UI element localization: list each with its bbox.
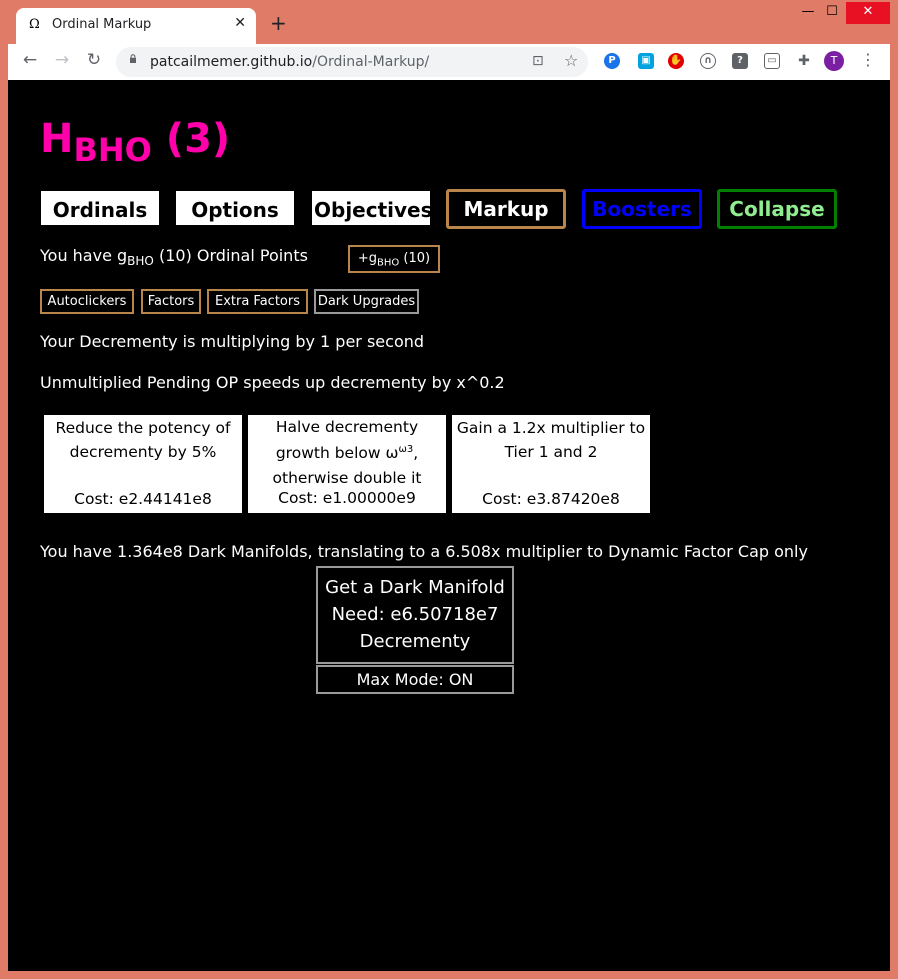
browser-tabstrip: Ω Ordinal Markup ✕ + — ☐ ✕ [0, 0, 898, 44]
upgrade-description: Halve decrementy growth below ωω3, other… [272, 418, 422, 486]
extension-screen-icon[interactable]: ▣ [638, 53, 654, 69]
manifold-button-line: Need: e6.50718e7 [331, 604, 499, 625]
omega-favicon-icon: Ω [29, 17, 40, 32]
profile-avatar[interactable]: T [824, 51, 844, 71]
tab-markup[interactable]: Markup [446, 189, 566, 229]
markup-button[interactable]: +gBHO (10) [348, 245, 440, 273]
decrementy-rate-text: Your Decrementy is multiplying by 1 per … [40, 332, 425, 351]
url-text: patcailmemer.github.io/Ordinal-Markup/ [150, 54, 430, 70]
extension-headphones-icon[interactable]: ∩ [700, 53, 716, 69]
extension-cast-icon[interactable]: ▭ [764, 53, 780, 69]
manifold-button-line: Decrementy [359, 631, 471, 652]
subtab-dark-upgrades[interactable]: Dark Upgrades [314, 289, 419, 314]
upgrade-cost: Cost: e3.87420e8 [482, 490, 620, 508]
upgrade-cost: Cost: e2.44141e8 [74, 490, 212, 508]
tab-collapse[interactable]: Collapse [717, 189, 837, 229]
game-page: HBHO (3) Ordinals Options Objectives Mar… [8, 80, 890, 971]
upgrade-cost: Cost: e1.00000e9 [278, 489, 416, 507]
dark-upgrade-1[interactable]: Reduce the potency of decrementy by 5% C… [44, 415, 242, 513]
back-arrow-icon[interactable]: ← [20, 50, 40, 70]
reload-icon[interactable]: ↻ [84, 50, 104, 70]
upgrade-description: Reduce the potency of decrementy by 5% [55, 419, 231, 461]
extensions-puzzle-icon[interactable]: ✚ [796, 53, 812, 69]
address-bar[interactable]: patcailmemer.github.io/Ordinal-Markup/ ⊡… [116, 47, 588, 77]
upgrade-description: Gain a 1.2x multiplier to Tier 1 and 2 [456, 419, 646, 461]
tab-close-icon[interactable]: ✕ [234, 15, 246, 31]
tab-ordinals[interactable]: Ordinals [41, 191, 159, 225]
dark-manifolds-text: You have 1.364e8 Dark Manifolds, transla… [40, 542, 808, 561]
max-mode-toggle[interactable]: Max Mode: ON [316, 665, 514, 694]
new-tab-icon[interactable]: + [270, 13, 287, 33]
pending-op-text: Unmultiplied Pending OP speeds up decrem… [40, 373, 505, 392]
ordinal-title: HBHO (3) [40, 116, 231, 169]
forward-arrow-icon[interactable]: → [52, 50, 72, 70]
browser-tab[interactable]: Ω Ordinal Markup ✕ [16, 8, 256, 44]
manifold-button-line: Get a Dark Manifold [325, 577, 505, 598]
subtab-extra-factors[interactable]: Extra Factors [207, 289, 308, 314]
translate-icon[interactable]: ⊡ [532, 53, 544, 69]
extension-help-icon[interactable]: ? [732, 53, 748, 69]
ordinal-points-text: You have gBHO (10) Ordinal Points [40, 246, 308, 269]
browser-toolbar: ← → ↻ patcailmemer.github.io/Ordinal-Mar… [8, 44, 890, 80]
tab-boosters[interactable]: Boosters [582, 189, 702, 229]
tab-options[interactable]: Options [176, 191, 294, 225]
window-close-icon[interactable]: ✕ [846, 2, 890, 24]
extension-adblock-icon[interactable]: ✋ [668, 53, 684, 69]
dark-upgrade-3[interactable]: Gain a 1.2x multiplier to Tier 1 and 2 C… [452, 415, 650, 513]
dark-upgrade-2[interactable]: Halve decrementy growth below ωω3, other… [248, 415, 446, 513]
lock-icon [130, 54, 136, 63]
get-dark-manifold-button[interactable]: Get a Dark Manifold Need: e6.50718e7 Dec… [316, 566, 514, 664]
tab-objectives[interactable]: Objectives [312, 191, 433, 225]
subtab-factors[interactable]: Factors [141, 289, 201, 314]
extension-p-icon[interactable]: P [604, 53, 620, 69]
tab-title: Ordinal Markup [52, 17, 152, 32]
subtab-autoclickers[interactable]: Autoclickers [40, 289, 134, 314]
bookmark-star-icon[interactable]: ☆ [564, 51, 578, 70]
kebab-menu-icon[interactable]: ⋮ [860, 50, 876, 69]
